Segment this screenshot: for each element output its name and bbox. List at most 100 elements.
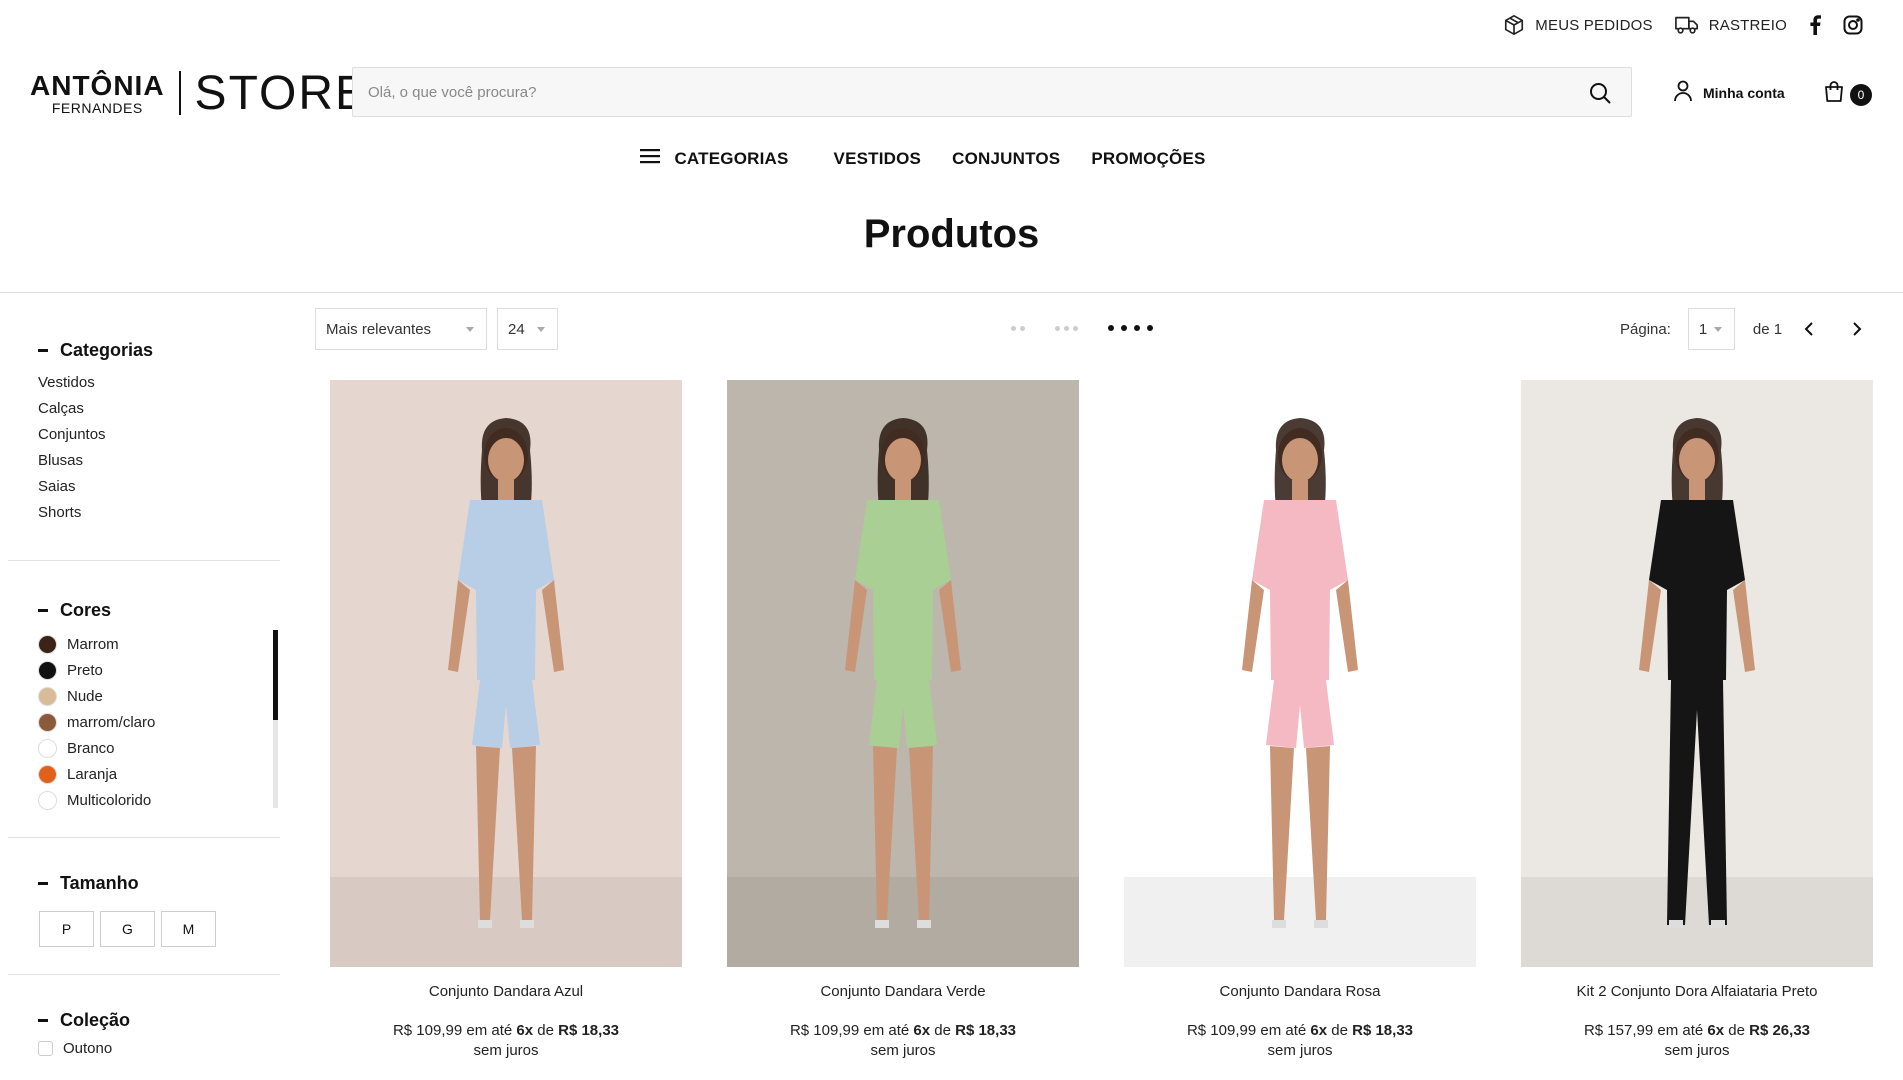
main-nav: CATEGORIAS VESTIDOS CONJUNTOS PROMOÇÕES xyxy=(0,148,1903,169)
sort-select[interactable]: Mais relevantes xyxy=(315,308,487,350)
installment-of: de xyxy=(1331,1022,1348,1039)
dropdown-caret-icon xyxy=(1713,327,1722,332)
filter-group-categories: Categorias Vestidos Calças Conjuntos Blu… xyxy=(8,293,280,561)
nav-categories-label: CATEGORIAS xyxy=(674,148,789,168)
collection-option-outono[interactable]: Outono xyxy=(38,1035,280,1061)
cart-button[interactable]: 0 xyxy=(1822,80,1872,109)
filter-colors-title: Cores xyxy=(60,599,112,620)
color-label: Multicolorido xyxy=(67,791,152,809)
installment-prefix: em até xyxy=(863,1022,910,1039)
page-select[interactable]: 1 xyxy=(1687,308,1735,350)
filter-sizes-header[interactable]: Tamanho xyxy=(38,868,280,898)
checkbox[interactable] xyxy=(38,1040,53,1056)
search-bar xyxy=(352,67,1632,117)
product-name[interactable]: Conjunto Dandara Rosa xyxy=(1124,983,1476,1000)
truck-icon xyxy=(1674,14,1699,36)
grid-3-columns-icon[interactable] xyxy=(1055,325,1078,331)
installment-count: 6x xyxy=(913,1022,931,1039)
installment-count: 6x xyxy=(516,1022,534,1039)
product-image[interactable] xyxy=(727,380,1079,967)
color-swatch xyxy=(38,764,57,784)
category-item-blusas[interactable]: Blusas xyxy=(38,447,280,473)
per-page-select[interactable]: 24 xyxy=(497,308,558,350)
product-image[interactable] xyxy=(1124,380,1476,967)
product-image[interactable] xyxy=(1521,380,1873,967)
size-option-m[interactable]: M xyxy=(161,911,216,947)
collapse-icon xyxy=(38,608,48,612)
color-swatch xyxy=(38,790,57,810)
product-card[interactable]: Kit 2 Conjunto Dora Alfaiataria Preto R$… xyxy=(1521,380,1873,1059)
logo-brand: ANTÔNIA FERNANDES xyxy=(30,69,165,115)
dropdown-caret-icon xyxy=(466,327,474,332)
color-swatch xyxy=(38,634,57,654)
facebook-icon[interactable] xyxy=(1809,15,1821,35)
color-option-nude[interactable]: Nude xyxy=(38,683,280,709)
installment-terms: sem juros xyxy=(1267,1042,1333,1059)
nav-item-promocoes[interactable]: PROMOÇÕES xyxy=(1091,149,1205,169)
filter-categories-title: Categorias xyxy=(60,339,154,360)
size-option-p[interactable]: P xyxy=(39,911,94,947)
filter-categories-header[interactable]: Categorias xyxy=(38,335,280,365)
installment-prefix: em até xyxy=(466,1022,513,1039)
installment-of: de xyxy=(934,1022,951,1039)
price-value: R$ 109,99 xyxy=(392,1022,463,1039)
my-orders-label: MEUS PEDIDOS xyxy=(1535,16,1653,34)
color-option-branco[interactable]: Branco xyxy=(38,735,280,761)
nav-item-vestidos[interactable]: VESTIDOS xyxy=(834,149,922,169)
search-input[interactable] xyxy=(353,68,1631,116)
filter-group-collection: Coleção Outono xyxy=(8,975,280,1061)
filter-colors-header[interactable]: Cores xyxy=(38,595,280,625)
logo-line-1: ANTÔNIA xyxy=(30,69,165,101)
size-option-g[interactable]: G xyxy=(100,911,155,947)
nav-item-conjuntos[interactable]: CONJUNTOS xyxy=(952,149,1060,169)
search-icon[interactable] xyxy=(1589,82,1611,109)
color-option-laranja[interactable]: Laranja xyxy=(38,761,280,787)
cart-count-badge: 0 xyxy=(1850,83,1872,106)
scrollbar-thumb[interactable] xyxy=(273,630,278,720)
logo-store: STORE xyxy=(194,66,370,120)
product-name[interactable]: Conjunto Dandara Azul xyxy=(330,983,682,1000)
category-item-conjuntos[interactable]: Conjuntos xyxy=(38,421,280,447)
color-list: Marrom Preto Nude marrom/claro Branco La… xyxy=(38,631,280,813)
page-title: Produtos xyxy=(863,212,1040,256)
grid-4-columns-icon[interactable] xyxy=(1108,325,1153,331)
grid-2-columns-icon[interactable] xyxy=(1011,325,1025,331)
color-option-marrom-claro[interactable]: marrom/claro xyxy=(38,709,280,735)
top-links: MEUS PEDIDOS RASTREIO xyxy=(1503,14,1863,36)
page-total: de 1 xyxy=(1752,320,1783,338)
color-label: Laranja xyxy=(67,765,118,783)
installment-terms: sem juros xyxy=(473,1042,539,1059)
colors-scrollbar[interactable] xyxy=(273,630,278,808)
product-name[interactable]: Conjunto Dandara Verde xyxy=(727,983,1079,1000)
next-page-icon[interactable] xyxy=(1852,321,1862,337)
store-logo[interactable]: ANTÔNIA FERNANDES STORE xyxy=(30,66,370,120)
installment-value: R$ 18,33 xyxy=(558,1022,620,1039)
my-orders-link[interactable]: MEUS PEDIDOS xyxy=(1503,14,1653,36)
nav-categories[interactable]: CATEGORIAS xyxy=(640,148,788,169)
price-value: R$ 157,99 xyxy=(1583,1022,1654,1039)
user-icon xyxy=(1673,80,1693,105)
product-name[interactable]: Kit 2 Conjunto Dora Alfaiataria Preto xyxy=(1521,983,1873,1000)
product-image[interactable] xyxy=(330,380,682,967)
prev-page-icon[interactable] xyxy=(1804,321,1814,337)
installment-terms: sem juros xyxy=(870,1042,936,1059)
product-card[interactable]: Conjunto Dandara Azul R$ 109,99 em até 6… xyxy=(330,380,682,1059)
category-item-vestidos[interactable]: Vestidos xyxy=(38,369,280,395)
category-item-calcas[interactable]: Calças xyxy=(38,395,280,421)
tracking-link[interactable]: RASTREIO xyxy=(1674,14,1787,36)
color-option-multicolorido[interactable]: Multicolorido xyxy=(38,787,280,813)
price-value: R$ 109,99 xyxy=(789,1022,860,1039)
category-item-shorts[interactable]: Shorts xyxy=(38,499,280,525)
filter-collection-header[interactable]: Coleção xyxy=(38,1005,280,1035)
grid-layout-options xyxy=(1011,325,1153,331)
page-value: 1 xyxy=(1698,320,1708,338)
color-option-preto[interactable]: Preto xyxy=(38,657,280,683)
page-label: Página: xyxy=(1620,320,1671,338)
product-card[interactable]: Conjunto Dandara Verde R$ 109,99 em até … xyxy=(727,380,1079,1059)
product-card[interactable]: Conjunto Dandara Rosa R$ 109,99 em até 6… xyxy=(1124,380,1476,1059)
color-option-marrom[interactable]: Marrom xyxy=(38,631,280,657)
instagram-icon[interactable] xyxy=(1843,15,1863,35)
category-item-saias[interactable]: Saias xyxy=(38,473,280,499)
installment-prefix: em até xyxy=(1260,1022,1307,1039)
account-link[interactable]: Minha conta xyxy=(1673,80,1785,105)
